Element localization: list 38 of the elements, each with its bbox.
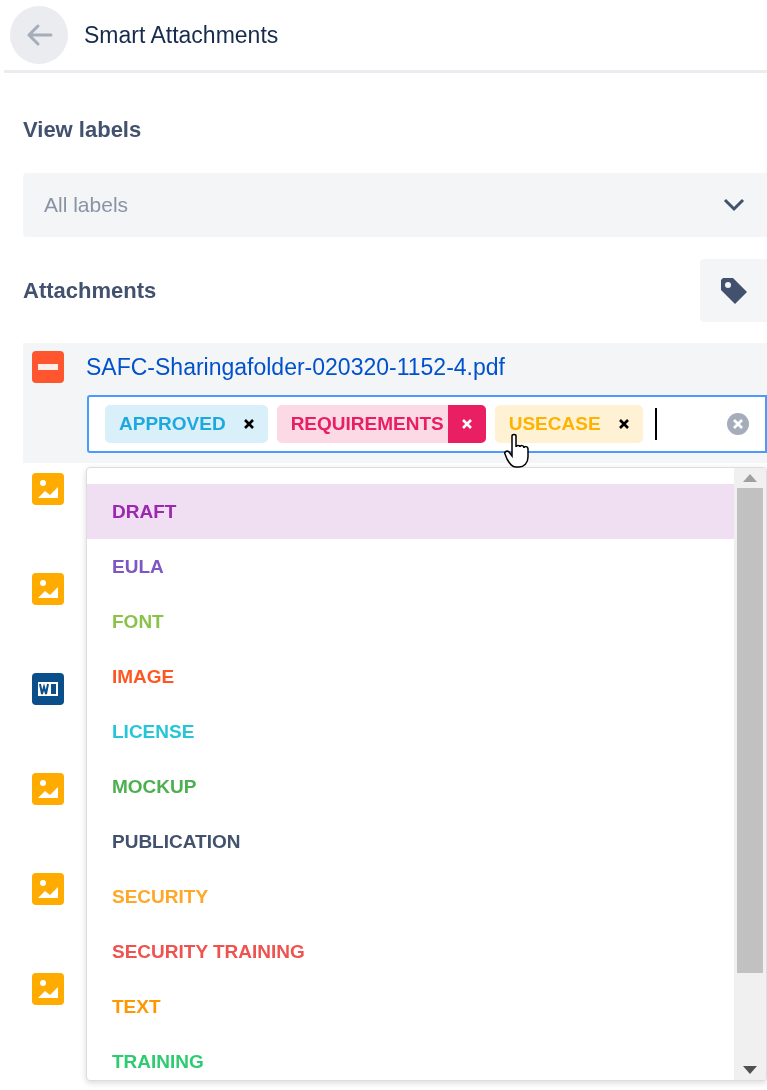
image-file-icon: [32, 773, 64, 805]
back-arrow-icon: [25, 23, 53, 47]
label-option[interactable]: DRAFT: [87, 484, 734, 539]
label-option[interactable]: LICENSE: [87, 704, 734, 759]
text-cursor: [654, 408, 657, 440]
label-tag: APPROVED: [105, 405, 268, 443]
image-file-icon: [32, 873, 64, 905]
scrollbar[interactable]: [734, 468, 766, 1080]
view-labels-heading: View labels: [23, 117, 143, 143]
tag-icon: [718, 275, 749, 306]
word-file-icon: [32, 673, 64, 705]
page-title: Smart Attachments: [84, 21, 279, 49]
image-file-icon: [32, 973, 64, 1005]
label-option[interactable]: TEXT: [87, 979, 734, 1034]
label-tag: USECASE: [494, 405, 643, 443]
image-file-icon: [32, 573, 64, 605]
label-option[interactable]: MOCKUP: [87, 759, 734, 814]
chevron-down-icon: [723, 198, 745, 212]
label-option[interactable]: TRAINING: [87, 1034, 734, 1080]
close-icon: [617, 418, 630, 430]
close-icon: [460, 418, 473, 430]
scroll-down-icon[interactable]: [743, 1066, 757, 1074]
label-option[interactable]: IMAGE: [87, 649, 734, 704]
labels-select[interactable]: All labels: [23, 173, 767, 237]
label-option[interactable]: FONT: [87, 594, 734, 649]
clear-icon[interactable]: [727, 413, 749, 435]
image-file-icon: [32, 473, 64, 505]
attachments-heading: Attachments: [23, 277, 157, 304]
label-option[interactable]: EULA: [87, 539, 734, 594]
label-tag: REQUIREMENTS: [276, 405, 486, 443]
pdf-file-icon: [32, 351, 64, 383]
label-button[interactable]: [700, 259, 767, 322]
label-option[interactable]: PUBLICATION: [87, 814, 734, 869]
file-name-link[interactable]: SAFC-Sharingafolder-020320-1152-4.pdf: [86, 353, 505, 381]
close-icon: [242, 418, 255, 430]
label-option[interactable]: SECURITY TRAINING: [87, 924, 734, 979]
label-option[interactable]: SECURITY: [87, 869, 734, 924]
scroll-up-icon[interactable]: [743, 474, 757, 482]
